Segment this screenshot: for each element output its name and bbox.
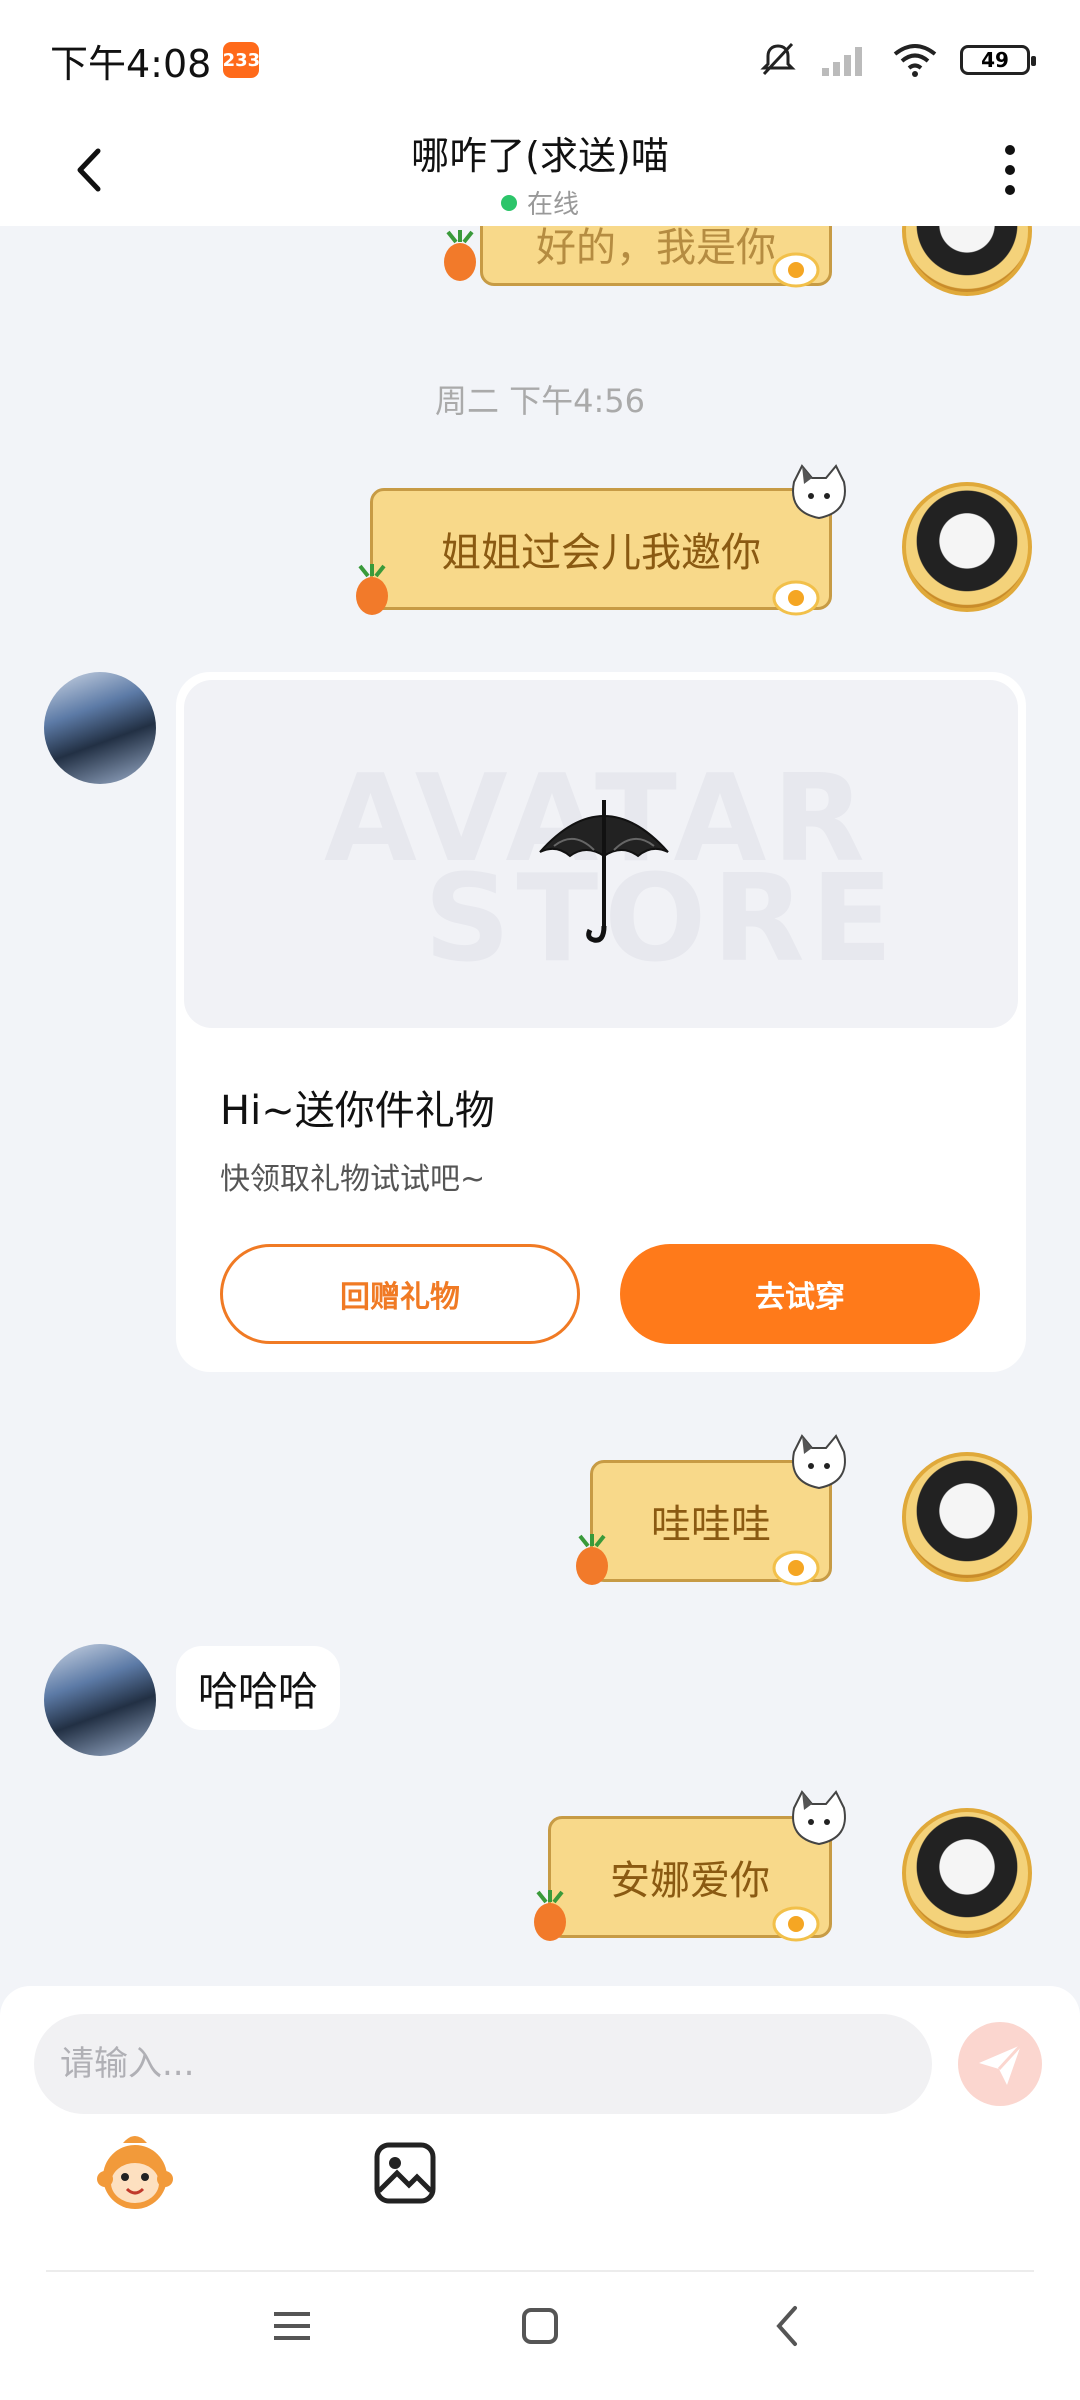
egg-decoration-icon bbox=[772, 1550, 820, 1586]
self-avatar[interactable] bbox=[902, 1808, 1032, 1938]
nav-back-button[interactable] bbox=[748, 2286, 828, 2366]
menu-button[interactable] bbox=[252, 2286, 332, 2366]
more-icon bbox=[1005, 145, 1015, 195]
divider bbox=[46, 2270, 1034, 2272]
egg-decoration-icon bbox=[772, 1906, 820, 1942]
return-gift-button[interactable]: 回赠礼物 bbox=[220, 1244, 580, 1344]
try-on-button[interactable]: 去试穿 bbox=[620, 1244, 980, 1344]
title-group: 哪咋了(求送)喵 在线 bbox=[411, 125, 669, 221]
message-input[interactable] bbox=[34, 2014, 932, 2114]
battery-icon: 49 bbox=[960, 45, 1036, 75]
cat-decoration-icon bbox=[792, 1790, 846, 1846]
carrot-decoration-icon bbox=[444, 230, 476, 281]
emoji-button[interactable] bbox=[90, 2128, 180, 2218]
nav-back-icon bbox=[776, 2306, 797, 2346]
contact-name: 哪咋了(求送)喵 bbox=[411, 134, 669, 178]
image-button[interactable] bbox=[360, 2128, 450, 2218]
home-icon bbox=[522, 2308, 558, 2344]
system-nav-bar bbox=[0, 2286, 1080, 2400]
gift-title: Hi~送你件礼物 bbox=[220, 1088, 495, 1134]
wifi-icon bbox=[893, 44, 937, 77]
gift-card[interactable]: AVATAR STORE Hi~送你件礼物 快领取礼物试试吧~ 回赠礼物 去试穿 bbox=[176, 672, 1026, 1372]
back-button[interactable] bbox=[50, 130, 130, 210]
status-time: 下午4:08 bbox=[50, 41, 212, 86]
gift-subtitle: 快领取礼物试试吧~ bbox=[220, 1162, 486, 1197]
signal-icon bbox=[822, 47, 862, 76]
status-icons: 49 bbox=[758, 40, 1036, 80]
cat-decoration-icon bbox=[792, 1434, 846, 1490]
online-dot-icon bbox=[500, 194, 517, 211]
message-text: 安娜爱你 bbox=[610, 1858, 770, 1904]
egg-decoration-icon bbox=[772, 252, 820, 288]
online-status: 在线 bbox=[411, 184, 669, 221]
chat-area[interactable]: 好的，我是你 周二 下午4:56 姐姐过会儿我邀你 AVATAR STORE bbox=[0, 226, 1080, 1986]
menu-icon bbox=[274, 2312, 310, 2340]
egg-decoration-icon bbox=[772, 580, 820, 616]
emoji-mascot-icon bbox=[97, 2136, 173, 2209]
status-bar: 下午4:08 233 49 bbox=[0, 0, 1080, 120]
app-badge: 233 bbox=[223, 42, 260, 78]
carrot-decoration-icon bbox=[534, 1890, 566, 1941]
more-button[interactable] bbox=[980, 130, 1040, 210]
back-icon bbox=[77, 148, 101, 192]
home-button[interactable] bbox=[500, 2286, 580, 2366]
cat-decoration-icon bbox=[792, 464, 846, 520]
message-timestamp: 周二 下午4:56 bbox=[434, 382, 646, 420]
mute-icon bbox=[760, 42, 796, 76]
message-text: 好的，我是你 bbox=[536, 226, 776, 271]
self-avatar[interactable] bbox=[902, 1452, 1032, 1582]
gift-image: AVATAR STORE bbox=[184, 680, 1018, 1028]
send-button[interactable] bbox=[958, 2022, 1042, 2106]
chat-header: 哪咋了(求送)喵 在线 bbox=[0, 120, 1080, 226]
send-icon bbox=[979, 2043, 1023, 2085]
other-avatar[interactable] bbox=[44, 672, 156, 784]
carrot-decoration-icon bbox=[576, 1534, 608, 1585]
message-bubble-self[interactable]: 姐姐过会儿我邀你 bbox=[370, 488, 832, 610]
umbrella-icon bbox=[539, 800, 669, 943]
image-icon bbox=[374, 2142, 436, 2204]
carrot-decoration-icon bbox=[356, 564, 388, 615]
self-avatar[interactable] bbox=[902, 226, 1032, 296]
status-time-group: 下午4:08 233 bbox=[50, 33, 260, 88]
message-text: 哇哇哇 bbox=[651, 1502, 771, 1548]
online-status-text: 在线 bbox=[526, 190, 579, 220]
message-text: 哈哈哈 bbox=[198, 1669, 318, 1715]
message-bubble-other[interactable]: 哈哈哈 bbox=[176, 1646, 340, 1730]
other-avatar[interactable] bbox=[44, 1644, 156, 1756]
self-avatar[interactable] bbox=[902, 482, 1032, 612]
message-text: 姐姐过会儿我邀你 bbox=[441, 530, 761, 576]
